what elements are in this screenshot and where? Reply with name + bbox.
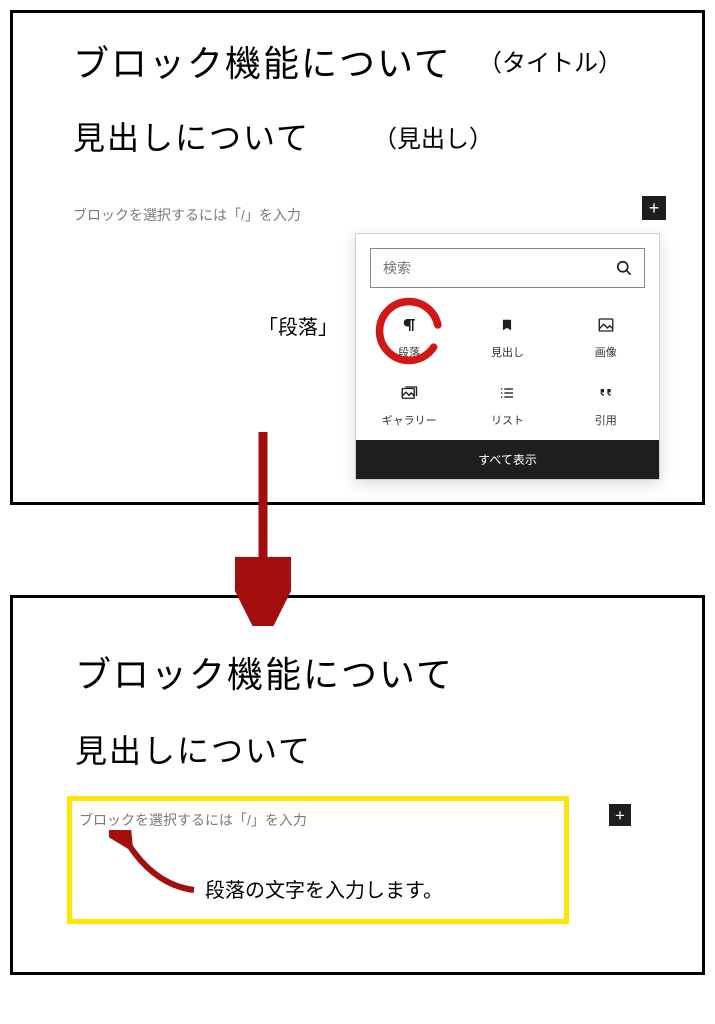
search-icon — [614, 258, 634, 278]
block-item-paragraph[interactable]: 段落 — [360, 302, 458, 370]
gallery-icon — [399, 384, 419, 402]
block-inserter-popup: 段落 見出し — [355, 233, 660, 480]
bookmark-icon — [500, 316, 514, 334]
plus-icon: + — [615, 807, 625, 824]
annotation-title-label: （タイトル） — [478, 43, 622, 78]
post-title[interactable]: ブロック機能について — [73, 35, 452, 87]
block-item-label: 引用 — [595, 412, 617, 428]
block-item-label: 見出し — [491, 344, 524, 360]
block-item-image[interactable]: 画像 — [557, 302, 655, 370]
post-heading[interactable]: 見出しについて — [73, 113, 310, 159]
image-icon — [596, 316, 616, 334]
annotation-heading-label: （見出し） — [373, 119, 493, 154]
annotation-caption: 段落の文字を入力します。 — [205, 874, 443, 903]
panel-step-2: ブロック機能について 見出しについて ブロックを選択するには「/」を入力 + 段… — [10, 595, 705, 975]
block-item-label: ギャラリー — [382, 412, 437, 428]
block-item-label: 画像 — [595, 344, 617, 360]
block-search-field[interactable] — [370, 248, 645, 288]
paragraph-icon — [400, 316, 418, 334]
plus-icon: + — [649, 199, 660, 217]
post-heading[interactable]: 見出しについて — [75, 726, 312, 772]
post-title[interactable]: ブロック機能について — [75, 646, 454, 698]
block-item-gallery[interactable]: ギャラリー — [360, 370, 458, 438]
show-all-button[interactable]: すべて表示 — [356, 440, 659, 479]
block-item-label: リスト — [491, 412, 524, 428]
add-block-button[interactable]: + — [609, 804, 631, 826]
block-placeholder-text[interactable]: ブロックを選択するには「/」を入力 — [73, 205, 301, 225]
block-item-label: 段落 — [398, 344, 420, 360]
block-grid: 段落 見出し — [356, 294, 659, 440]
block-item-quote[interactable]: 引用 — [557, 370, 655, 438]
annotation-paragraph-label: 「段落」 — [258, 311, 338, 340]
add-block-button[interactable]: + — [642, 196, 666, 220]
quote-icon — [596, 385, 616, 401]
block-placeholder-text[interactable]: ブロックを選択するには「/」を入力 — [79, 810, 307, 830]
panel-step-1: ブロック機能について （タイトル） 見出しについて （見出し） ブロックを選択す… — [10, 10, 705, 505]
block-item-heading[interactable]: 見出し — [458, 302, 556, 370]
list-icon — [497, 385, 517, 401]
block-item-list[interactable]: リスト — [458, 370, 556, 438]
block-search-input[interactable] — [381, 259, 614, 277]
